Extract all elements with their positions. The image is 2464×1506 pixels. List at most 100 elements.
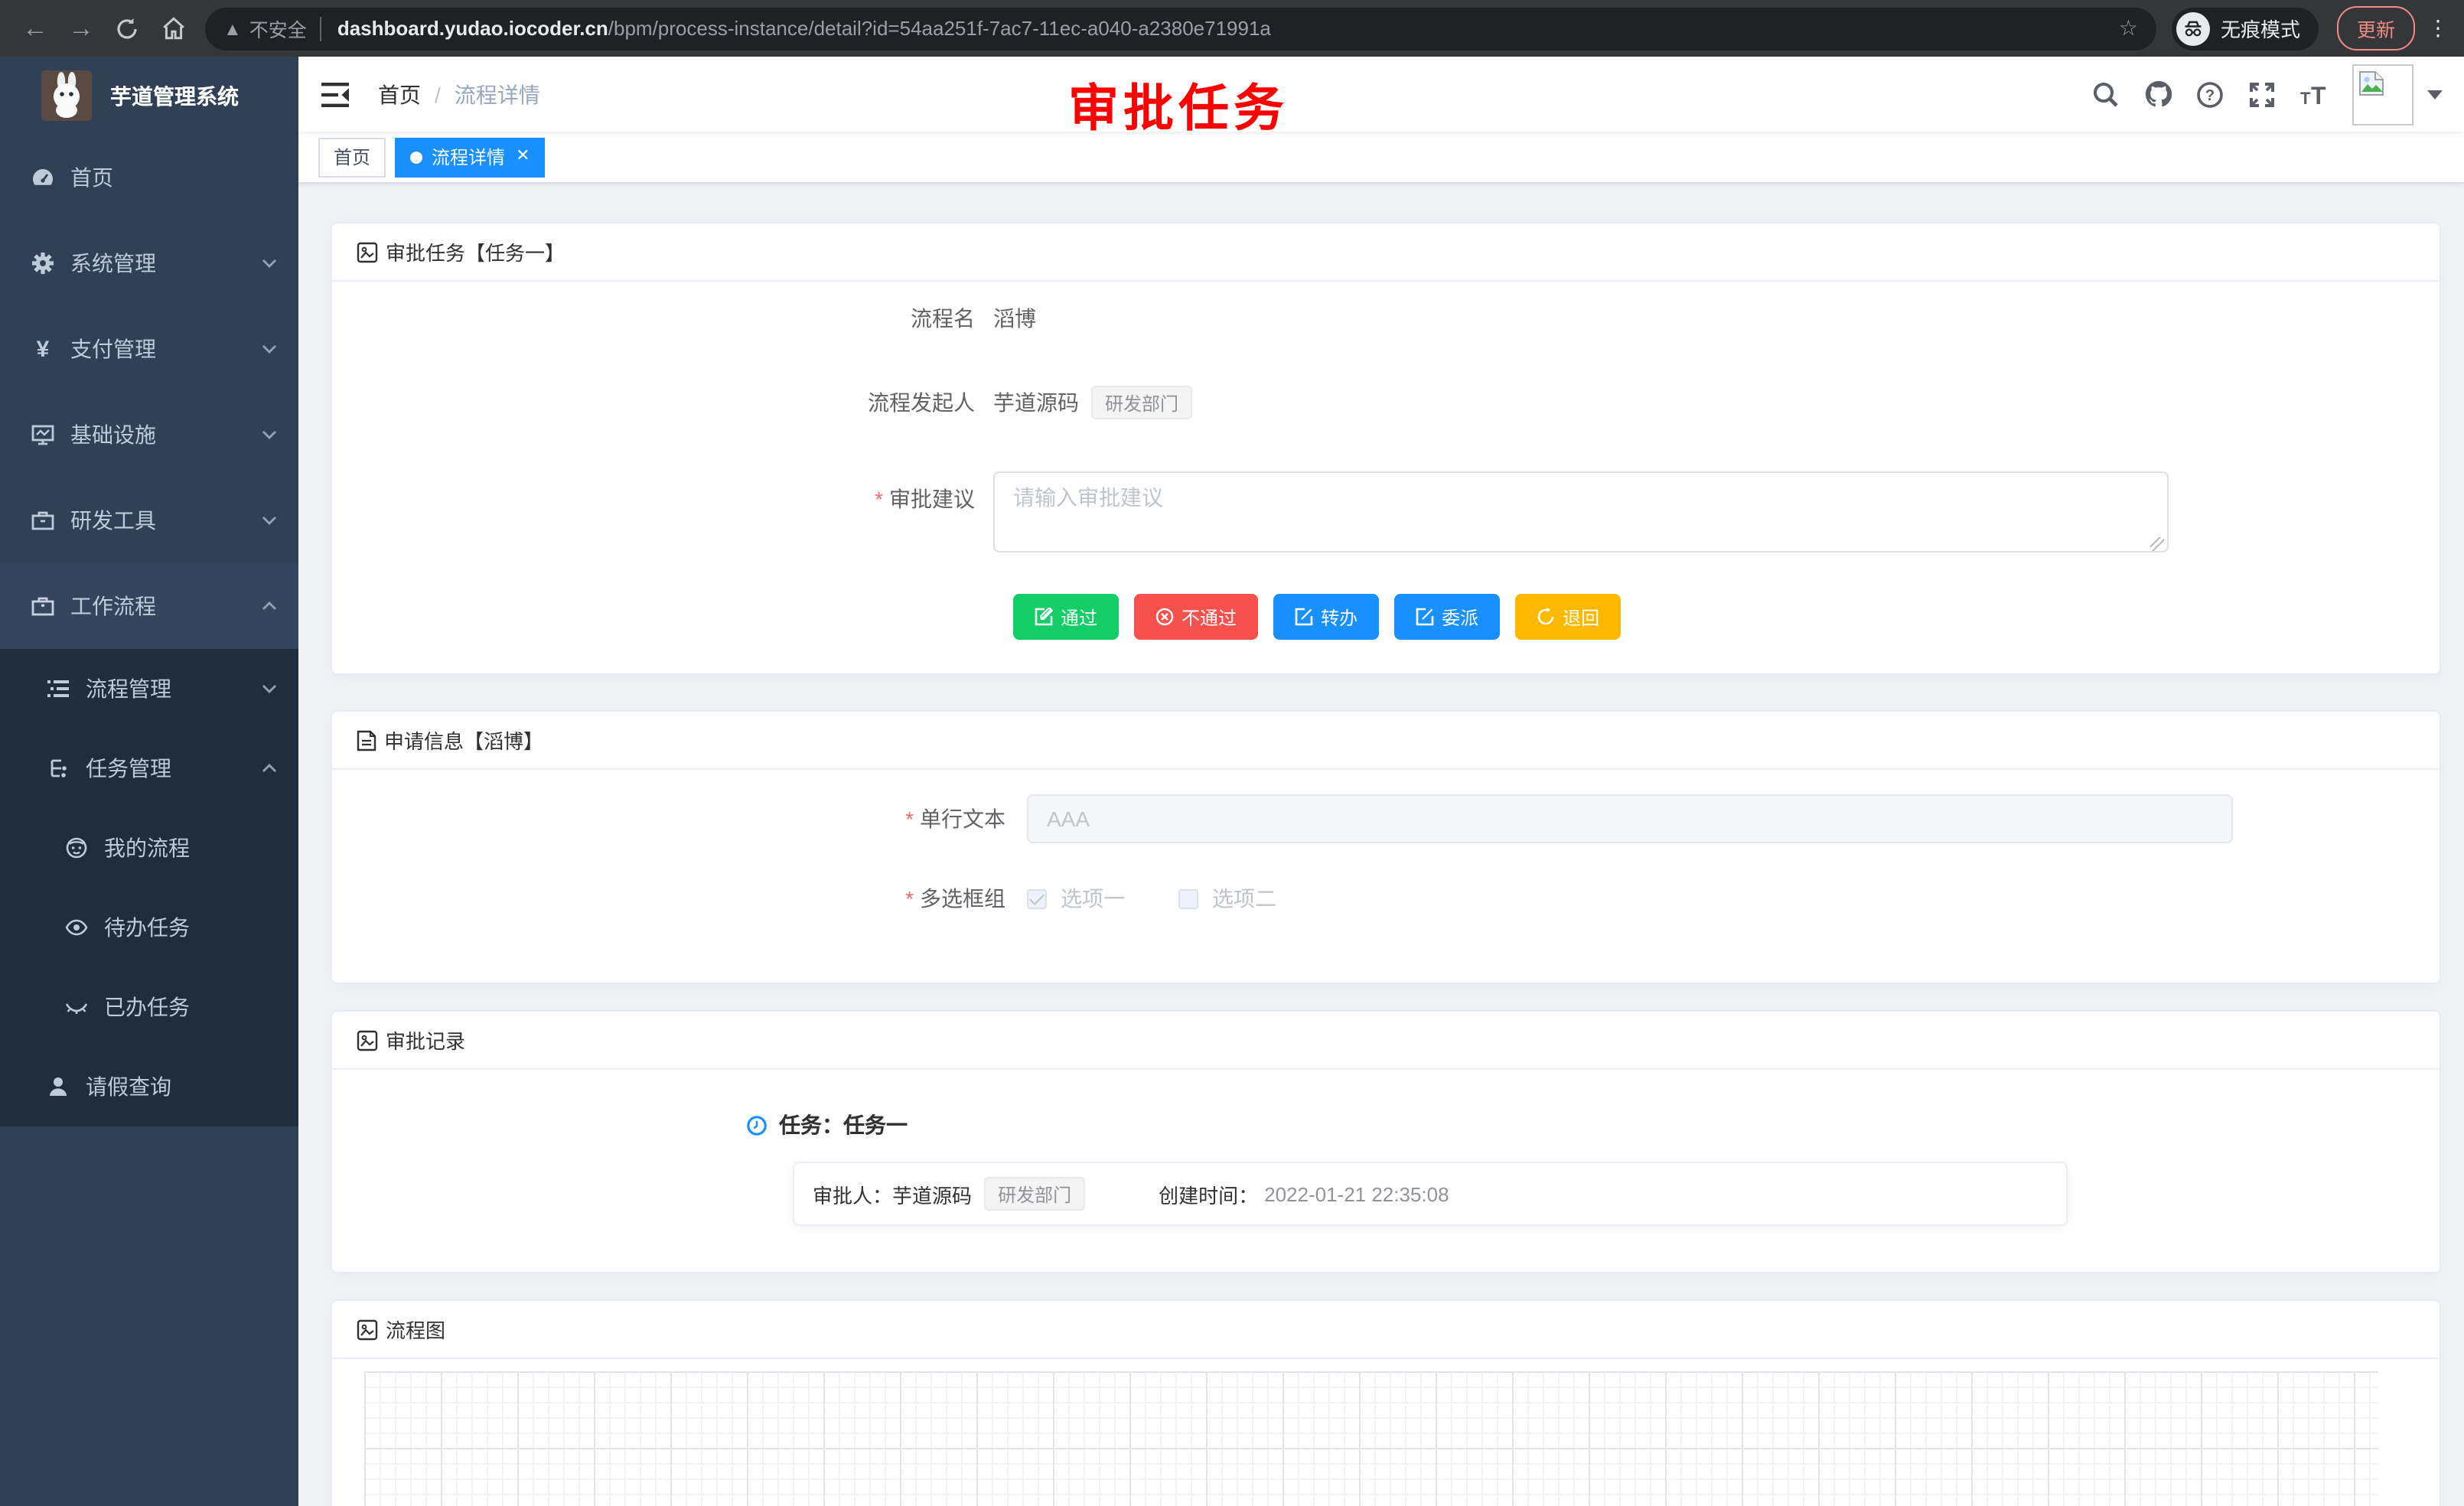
button-label: 不通过 (1181, 604, 1237, 630)
timeline-task-title: 任务：任务一 (779, 1110, 908, 1140)
approval-record-card-header: 审批记录 (332, 1012, 2440, 1070)
tag-process-detail[interactable]: 流程详情 ✕ (395, 137, 545, 177)
search-button[interactable] (2080, 68, 2132, 120)
sidebar-item-label: 任务管理 (86, 753, 262, 784)
tag-home[interactable]: 首页 (318, 137, 386, 177)
sidebar-item-label: 系统管理 (70, 248, 262, 279)
checkbox-option-2[interactable]: 选项二 (1178, 883, 1276, 914)
approval-record-card: 审批记录 任务：任务一 审批人： 芋道源码 研发部门 创建时间： (331, 1010, 2441, 1273)
required-asterisk: * (905, 886, 914, 911)
initiator-label: 流程发起人 (332, 387, 975, 418)
sidebar-item-my-process[interactable]: 我的流程 (0, 808, 298, 888)
approver-value: 芋道源码 (892, 1179, 972, 1208)
sidebar-item-todo-tasks[interactable]: 待办任务 (0, 888, 298, 967)
checkbox-label: 选项一 (1061, 883, 1125, 914)
top-navbar: 首页 / 流程详情 ? TT (298, 57, 2464, 132)
suggestion-row: *审批建议 (332, 471, 2440, 557)
bookmark-star-icon[interactable]: ☆ (2119, 15, 2138, 41)
reject-button[interactable]: 不通过 (1134, 594, 1258, 640)
button-label: 转办 (1321, 604, 1357, 630)
breadcrumb-home[interactable]: 首页 (378, 79, 421, 109)
required-asterisk: * (905, 807, 914, 831)
sidebar-item-infra[interactable]: 基础设施 (0, 392, 298, 478)
picture-icon (357, 241, 378, 262)
chevron-down-icon (262, 430, 277, 439)
card-title: 申请信息【滔博】 (384, 725, 543, 755)
browser-back-button[interactable]: ← (12, 5, 58, 51)
svg-text:T: T (2300, 88, 2311, 107)
font-size-icon: TT (2299, 80, 2329, 108)
github-button[interactable] (2132, 68, 2184, 120)
avatar-dropdown-caret[interactable] (2427, 90, 2443, 99)
checkbox-checked-icon (1027, 888, 1047, 908)
sidebar-item-done-tasks[interactable]: 已办任务 (0, 967, 298, 1047)
approval-task-card-header: 审批任务【任务一】 (332, 223, 2440, 282)
workflow-submenu: 流程管理 任务管理 我的流程 待办任务 已办 (0, 649, 298, 1126)
dept-tag: 研发部门 (1091, 386, 1192, 419)
sidebar-item-label: 请假查询 (86, 1071, 277, 1102)
sidebar-item-label: 首页 (70, 162, 277, 193)
single-text-input[interactable] (1027, 794, 2233, 843)
avatar[interactable] (2352, 64, 2413, 125)
sidebar-item-task-mgmt[interactable]: 任务管理 (0, 729, 298, 808)
gear-icon (31, 251, 55, 275)
browser-reload-button[interactable] (104, 5, 150, 51)
url-bar[interactable]: ▲ 不安全 dashboard.yudao.iocoder.cn/bpm/pro… (205, 7, 2156, 50)
browser-forward-button[interactable]: → (58, 5, 104, 51)
broken-image-icon (2358, 70, 2384, 96)
transfer-button[interactable]: 转办 (1273, 594, 1379, 640)
sidebar-item-workflow[interactable]: 工作流程 (0, 563, 298, 649)
sidebar-item-label: 我的流程 (104, 833, 277, 863)
active-tag-dot (410, 151, 422, 163)
checkbox-option-1[interactable]: 选项一 (1027, 883, 1125, 914)
tag-close-icon[interactable]: ✕ (516, 148, 530, 165)
chevron-down-icon (262, 344, 277, 354)
return-button[interactable]: 退回 (1515, 594, 1621, 640)
yen-icon: ¥ (31, 337, 55, 361)
suggestion-textarea[interactable] (993, 471, 2169, 553)
breadcrumb: 首页 / 流程详情 (378, 79, 540, 109)
eye-closed-icon (64, 995, 89, 1019)
picture-icon (357, 1319, 378, 1340)
bpmn-grid-canvas[interactable] (364, 1371, 2378, 1506)
sidebar-item-system[interactable]: 系统管理 (0, 220, 298, 306)
process-name-row: 流程名 滔博 (332, 303, 2440, 334)
process-name-value: 滔博 (993, 303, 1036, 334)
sidebar-logo-row[interactable]: 芋道管理系统 (0, 57, 298, 135)
font-size-button[interactable]: TT (2288, 68, 2340, 120)
sidebar-item-label: 工作流程 (70, 591, 262, 621)
chevron-down-icon (262, 684, 277, 693)
approval-timeline: 任务：任务一 审批人： 芋道源码 研发部门 创建时间： 2022-01-21 2… (747, 1110, 2440, 1226)
page-url: dashboard.yudao.iocoder.cn/bpm/process-i… (337, 17, 2107, 40)
approve-button[interactable]: 通过 (1013, 594, 1119, 640)
eye-open-icon (64, 915, 89, 940)
sidebar-item-label: 基础设施 (70, 419, 262, 450)
required-asterisk: * (875, 487, 883, 511)
sidebar-item-label: 已办任务 (104, 992, 277, 1022)
create-time-label: 创建时间： (1159, 1179, 1258, 1208)
delegate-button[interactable]: 委派 (1394, 594, 1500, 640)
toolbox-icon (31, 508, 55, 533)
help-button[interactable]: ? (2184, 68, 2236, 120)
fullscreen-button[interactable] (2236, 68, 2288, 120)
user-icon (46, 1074, 70, 1099)
sidebar-item-pay[interactable]: ¥ 支付管理 (0, 306, 298, 392)
briefcase-icon (31, 594, 55, 618)
checkbox-unchecked-icon (1178, 888, 1198, 908)
sidebar-item-process-mgmt[interactable]: 流程管理 (0, 649, 298, 729)
face-icon (64, 836, 89, 860)
sidebar-item-leave-query[interactable]: 请假查询 (0, 1047, 298, 1126)
sidebar-item-label: 研发工具 (70, 505, 262, 536)
annotation-approval-task: 审批任务 (1068, 67, 1289, 141)
button-label: 退回 (1563, 604, 1599, 630)
incognito-label: 无痕模式 (2221, 14, 2300, 43)
checkbox-label: 选项二 (1212, 883, 1276, 914)
sidebar-item-home[interactable]: 首页 (0, 135, 298, 220)
browser-menu-button[interactable]: ⋮ (2424, 15, 2452, 41)
circle-close-icon (1155, 608, 1174, 626)
sidebar-item-devtools[interactable]: 研发工具 (0, 478, 298, 563)
sidebar-collapse-icon[interactable] (320, 80, 354, 108)
not-secure-label: 不安全 (249, 14, 307, 43)
browser-update-button[interactable]: 更新 (2337, 6, 2415, 51)
browser-home-button[interactable] (150, 5, 196, 51)
